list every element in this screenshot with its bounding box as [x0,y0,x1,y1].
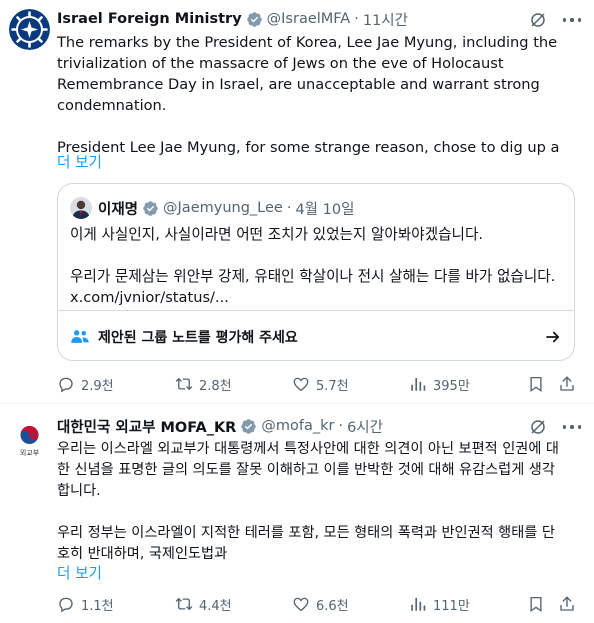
author-name[interactable]: 대한민국 외교부 MOFA_KR [57,416,236,437]
israel-mfa-avatar[interactable] [9,9,50,50]
text-line: President Lee Jae Myung, for some strang… [57,139,560,156]
timestamp[interactable]: 11시간 [363,9,408,30]
mofa-kr-avatar[interactable]: 외교부 [9,420,50,461]
views-count: 111만 [433,598,470,614]
share-icon [560,596,574,611]
verified-badge-icon[interactable] [240,418,257,435]
tweet-text: The remarks by the President of Korea, L… [57,32,582,158]
tweet-actions: 2.9천 2.8천 5.7천 395만 [57,374,576,394]
grok-icon[interactable] [529,11,547,29]
quoted-tweet-header: 이재명 @Jaemyung_Lee · 4월 10일 [70,197,354,219]
views-icon [411,378,426,391]
share-icon [560,376,574,391]
text-line: Remembrance Day in Israel, are unaccepta… [57,76,540,93]
tweet-actions: 1.1천 4.4천 6.6천 111만 [57,594,576,614]
text-line: 한 신념을 표명한 글의 의도를 잘못 이해하고 이를 반박한 것에 대해 유감… [57,462,555,478]
verified-badge-icon[interactable] [246,11,263,28]
separator-dot: · [338,418,344,434]
verified-badge-icon[interactable] [142,200,159,217]
quoted-tweet[interactable]: 이재명 @Jaemyung_Lee · 4월 10일 이게 사실인지, 사실이라… [57,183,575,361]
community-note-prompt[interactable]: 제안된 그룹 노트를 평가해 주세요 [70,311,562,360]
text-line: trivialization of the massacre of Jews o… [57,55,504,72]
text-line: condemnation. [57,97,167,114]
tweet-mofa-kr[interactable]: 외교부 대한민국 외교부 MOFA_KR @mofa_kr · 6시간 우리는 … [0,404,594,623]
reply-count: 1.1천 [81,598,114,614]
timestamp[interactable]: 6시간 [347,416,383,437]
mofa-logo-text: 외교부 [19,449,40,457]
bookmark-icon [530,596,542,613]
quoted-author-handle[interactable]: @Jaemyung_Lee [163,200,283,216]
author-handle[interactable]: @IsraelMFA [267,11,351,27]
like-icon [293,597,309,612]
author-name[interactable]: Israel Foreign Ministry [57,11,242,27]
tweet-israel-mfa[interactable]: Israel Foreign Ministry @IsraelMFA · 11시… [0,0,594,404]
tweet-header: Israel Foreign Ministry @IsraelMFA · 11시… [57,9,534,29]
text-line: 우리 정부는 이스라엘이 지적한 테러를 포함, 모든 형태의 폭력과 반인권적… [57,525,555,541]
show-more-link[interactable]: 더 보기 [57,151,102,172]
author-handle[interactable]: @mofa_kr [261,418,334,434]
share-button[interactable] [558,594,576,614]
more-icon[interactable] [563,418,581,436]
quoted-link[interactable]: x.com/jvnior/status/... [70,287,562,308]
reply-button[interactable]: 1.1천 [57,594,114,614]
text-line: 우리는 이스라엘 외교부가 대통령께서 특정사안에 대한 의견이 아닌 보편적 … [57,441,559,457]
repost-count: 4.4천 [199,598,232,614]
reply-count: 2.9천 [81,378,114,394]
bookmark-icon [530,376,542,393]
quoted-author-avatar[interactable] [70,197,92,219]
community-notes-icon [70,327,90,347]
like-count: 5.7천 [316,378,349,394]
quoted-tweet-text: 이게 사실인지, 사실이라면 어떤 조치가 있었는지 알아봐야겠습니다. 우리가… [70,224,562,308]
like-count: 6.6천 [316,598,349,614]
reply-button[interactable]: 2.9천 [57,374,114,394]
like-icon [293,377,309,392]
separator-dot: · [286,200,292,216]
bookmark-button[interactable] [527,594,545,614]
tweet-text: 우리는 이스라엘 외교부가 대통령께서 특정사안에 대한 의견이 아닌 보편적 … [57,439,582,565]
repost-button[interactable]: 2.8천 [175,374,232,394]
views-count: 395만 [433,378,470,394]
more-icon[interactable] [563,11,581,29]
show-more-link[interactable]: 더 보기 [57,562,102,583]
text-line: The remarks by the President of Korea, L… [57,34,558,51]
views-icon [411,598,426,611]
quoted-author-name[interactable]: 이재명 [98,198,138,219]
arrow-right-icon[interactable] [544,328,562,346]
like-button[interactable]: 6.6천 [292,594,349,614]
share-button[interactable] [558,374,576,394]
text-line: 이게 사실인지, 사실이라면 어떤 조치가 있었는지 알아봐야겠습니다. [70,226,484,243]
grok-icon[interactable] [529,418,547,436]
repost-icon [175,598,193,610]
views-button[interactable]: 395만 [409,374,470,394]
community-note-label: 제안된 그룹 노트를 평가해 주세요 [98,329,298,346]
repost-count: 2.8천 [199,378,232,394]
like-button[interactable]: 5.7천 [292,374,349,394]
bookmark-button[interactable] [527,374,545,394]
reply-icon [59,377,73,393]
repost-button[interactable]: 4.4천 [175,594,232,614]
text-line: 우리가 문제삼는 위안부 강제, 유태인 학살이나 전시 살해는 다를 바가 없… [70,268,556,285]
reply-icon [59,597,73,613]
text-line: 합니다. [57,483,101,499]
views-button[interactable]: 111만 [409,594,470,614]
repost-icon [175,378,193,390]
separator-dot: · [354,11,359,27]
quoted-timestamp[interactable]: 4월 10일 [295,198,354,219]
text-line: 호히 반대하며, 국제인도법과 [57,546,228,562]
tweet-header: 대한민국 외교부 MOFA_KR @mofa_kr · 6시간 [57,416,534,436]
